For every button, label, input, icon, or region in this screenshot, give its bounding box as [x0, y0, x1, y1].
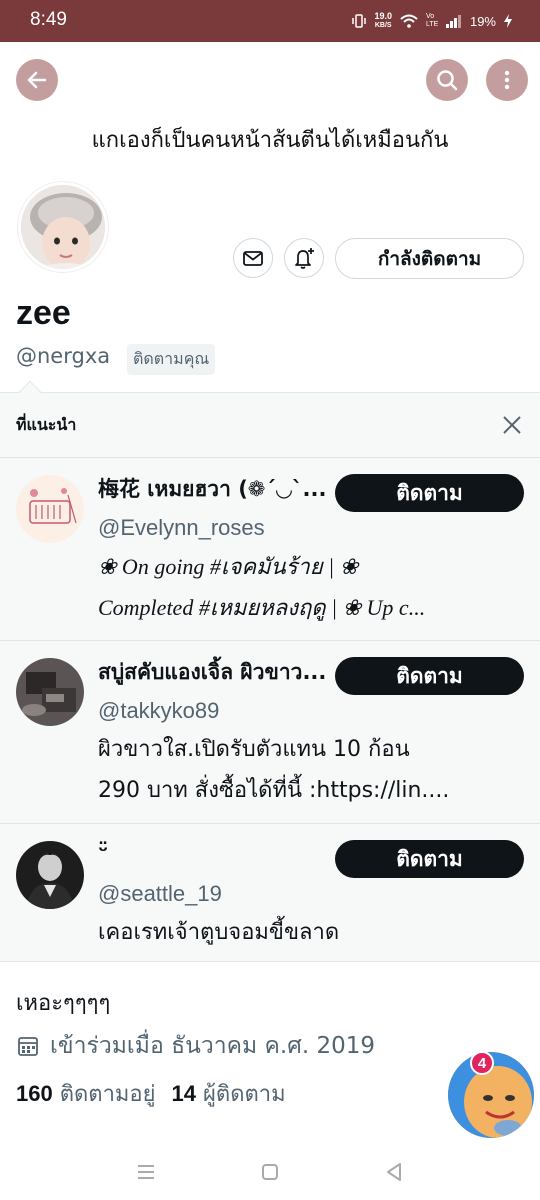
profile-handle: @nergxa: [16, 344, 111, 368]
followers-stat[interactable]: 14 ผู้ติดตาม: [172, 1076, 286, 1111]
suggestion-bio-line: Completed #เหมยหลงฤดู | ❀ Up c...: [98, 595, 426, 620]
bell-plus-icon: [295, 248, 314, 269]
follow-stats: 160 ติดตามอยู่ 14 ผู้ติดตาม: [16, 1076, 286, 1111]
suggestion-handle: @seattle_19: [98, 881, 222, 906]
follow-button[interactable]: ติดตาม: [335, 657, 524, 695]
avatar-image: [16, 658, 84, 726]
vibrate-icon: [352, 14, 367, 28]
followers-count: 14: [171, 1081, 197, 1106]
following-button[interactable]: กำลังติดตาม: [335, 238, 524, 279]
joined-text: เข้าร่วมเมื่อ ธันวาคม ค.ศ. 2019: [50, 1033, 375, 1059]
suggestion-item[interactable]: 梅花 เหมยฮวา (❁´◡`... ติดตาม @Evelynn_rose…: [0, 457, 540, 640]
follows-you-badge: ติดตามคุณ: [127, 344, 216, 375]
profile-header: แกเองก็เป็นคนหน้าส้นตีนได้เหมือนกัน: [0, 42, 540, 162]
status-icons: 19.0 KB/S Vo LTE 19%: [352, 12, 512, 30]
follow-button[interactable]: ติดตาม: [335, 840, 524, 878]
suggestions-panel: ที่แนะนำ 梅花 เหมยฮวา (❁´◡`... ติดตาม @Eve…: [0, 380, 540, 963]
calendar-icon: [18, 1037, 38, 1056]
following-stat-label: ติดตามอยู่: [59, 1082, 156, 1107]
avatar-image: [21, 185, 105, 269]
avatar-image: [16, 841, 84, 909]
back-button[interactable]: [16, 59, 58, 101]
status-bar: 8:49 19.0 KB/S Vo LTE 19%: [0, 0, 540, 42]
suggestion-bio-line: 290 บาท สั่งซื้อได้ที่นี้ :https://lin..…: [98, 778, 450, 803]
notifications-button[interactable]: [284, 238, 324, 278]
suggestion-handle: @Evelynn_roses: [98, 515, 265, 540]
more-options-button[interactable]: [486, 59, 528, 101]
suggestion-handle: @takkyko89: [98, 698, 220, 723]
suggestion-bio-line: เคอเรทเจ้าตูบจอมขี้ขลาด: [98, 920, 340, 945]
status-time: 8:49: [30, 9, 67, 30]
followers-stat-label: ผู้ติดตาม: [203, 1082, 286, 1107]
chat-head-badge: 4: [470, 1051, 494, 1075]
following-stat[interactable]: 160 ติดตามอยู่: [16, 1076, 156, 1111]
following-count: 160: [16, 1081, 53, 1106]
panel-pointer: [18, 380, 42, 404]
close-icon[interactable]: [500, 413, 524, 437]
mail-icon: [243, 251, 263, 266]
back-arrow-icon: [27, 71, 47, 89]
joined-date: เข้าร่วมเมื่อ ธันวาคม ค.ศ. 2019: [16, 1028, 375, 1064]
charging-icon: [504, 14, 512, 28]
suggestion-item[interactable]: สบู่สคับแองเจิ้ล ผิวขาว... ติดตาม @takky…: [0, 640, 540, 823]
suggestions-title: ที่แนะนำ: [16, 415, 77, 434]
wifi-icon: [400, 14, 418, 28]
search-icon: [437, 70, 458, 91]
menu-icon[interactable]: [134, 1160, 158, 1184]
follow-button[interactable]: ติดตาม: [335, 474, 524, 512]
system-nav-bar: [0, 1142, 540, 1200]
avatar-image: [16, 475, 84, 543]
volte-label: Vo LTE: [425, 13, 439, 28]
home-icon[interactable]: [258, 1160, 282, 1184]
search-button[interactable]: [426, 59, 468, 101]
header-title: แกเองก็เป็นคนหน้าส้นตีนได้เหมือนกัน: [91, 128, 449, 153]
display-name: zee: [16, 294, 71, 332]
suggestion-avatar[interactable]: [16, 658, 84, 726]
suggestion-item[interactable]: ᵕ̈ ติดตาม @seattle_19 เคอเรทเจ้าตูบจอมขี…: [0, 823, 540, 963]
profile-avatar[interactable]: [18, 182, 108, 272]
suggestion-bio-line: ❀ On going #เจคมันร้าย | ❀: [98, 554, 359, 579]
suggestion-bio-line: ผิวขาวใส.เปิดรับตัวแทน 10 ก้อน: [98, 737, 410, 762]
suggestion-avatar[interactable]: [16, 475, 84, 543]
profile-bio: เหอะๆๆๆๆ: [16, 991, 111, 1016]
signal-icon: [445, 15, 461, 28]
battery-level: 19%: [469, 13, 496, 29]
suggestion-name: สบู่สคับแองเจิ้ล ผิวขาว...: [98, 660, 327, 684]
back-triangle-icon[interactable]: [382, 1160, 406, 1184]
suggestion-avatar[interactable]: [16, 841, 84, 909]
network-speed: 19.0 KB/S: [374, 11, 392, 30]
message-button[interactable]: [233, 238, 273, 278]
suggestion-name: 梅花 เหมยฮวา (❁´◡`...: [98, 477, 327, 501]
more-vertical-icon: [504, 70, 510, 90]
suggestion-name: ᵕ̈: [98, 839, 109, 863]
